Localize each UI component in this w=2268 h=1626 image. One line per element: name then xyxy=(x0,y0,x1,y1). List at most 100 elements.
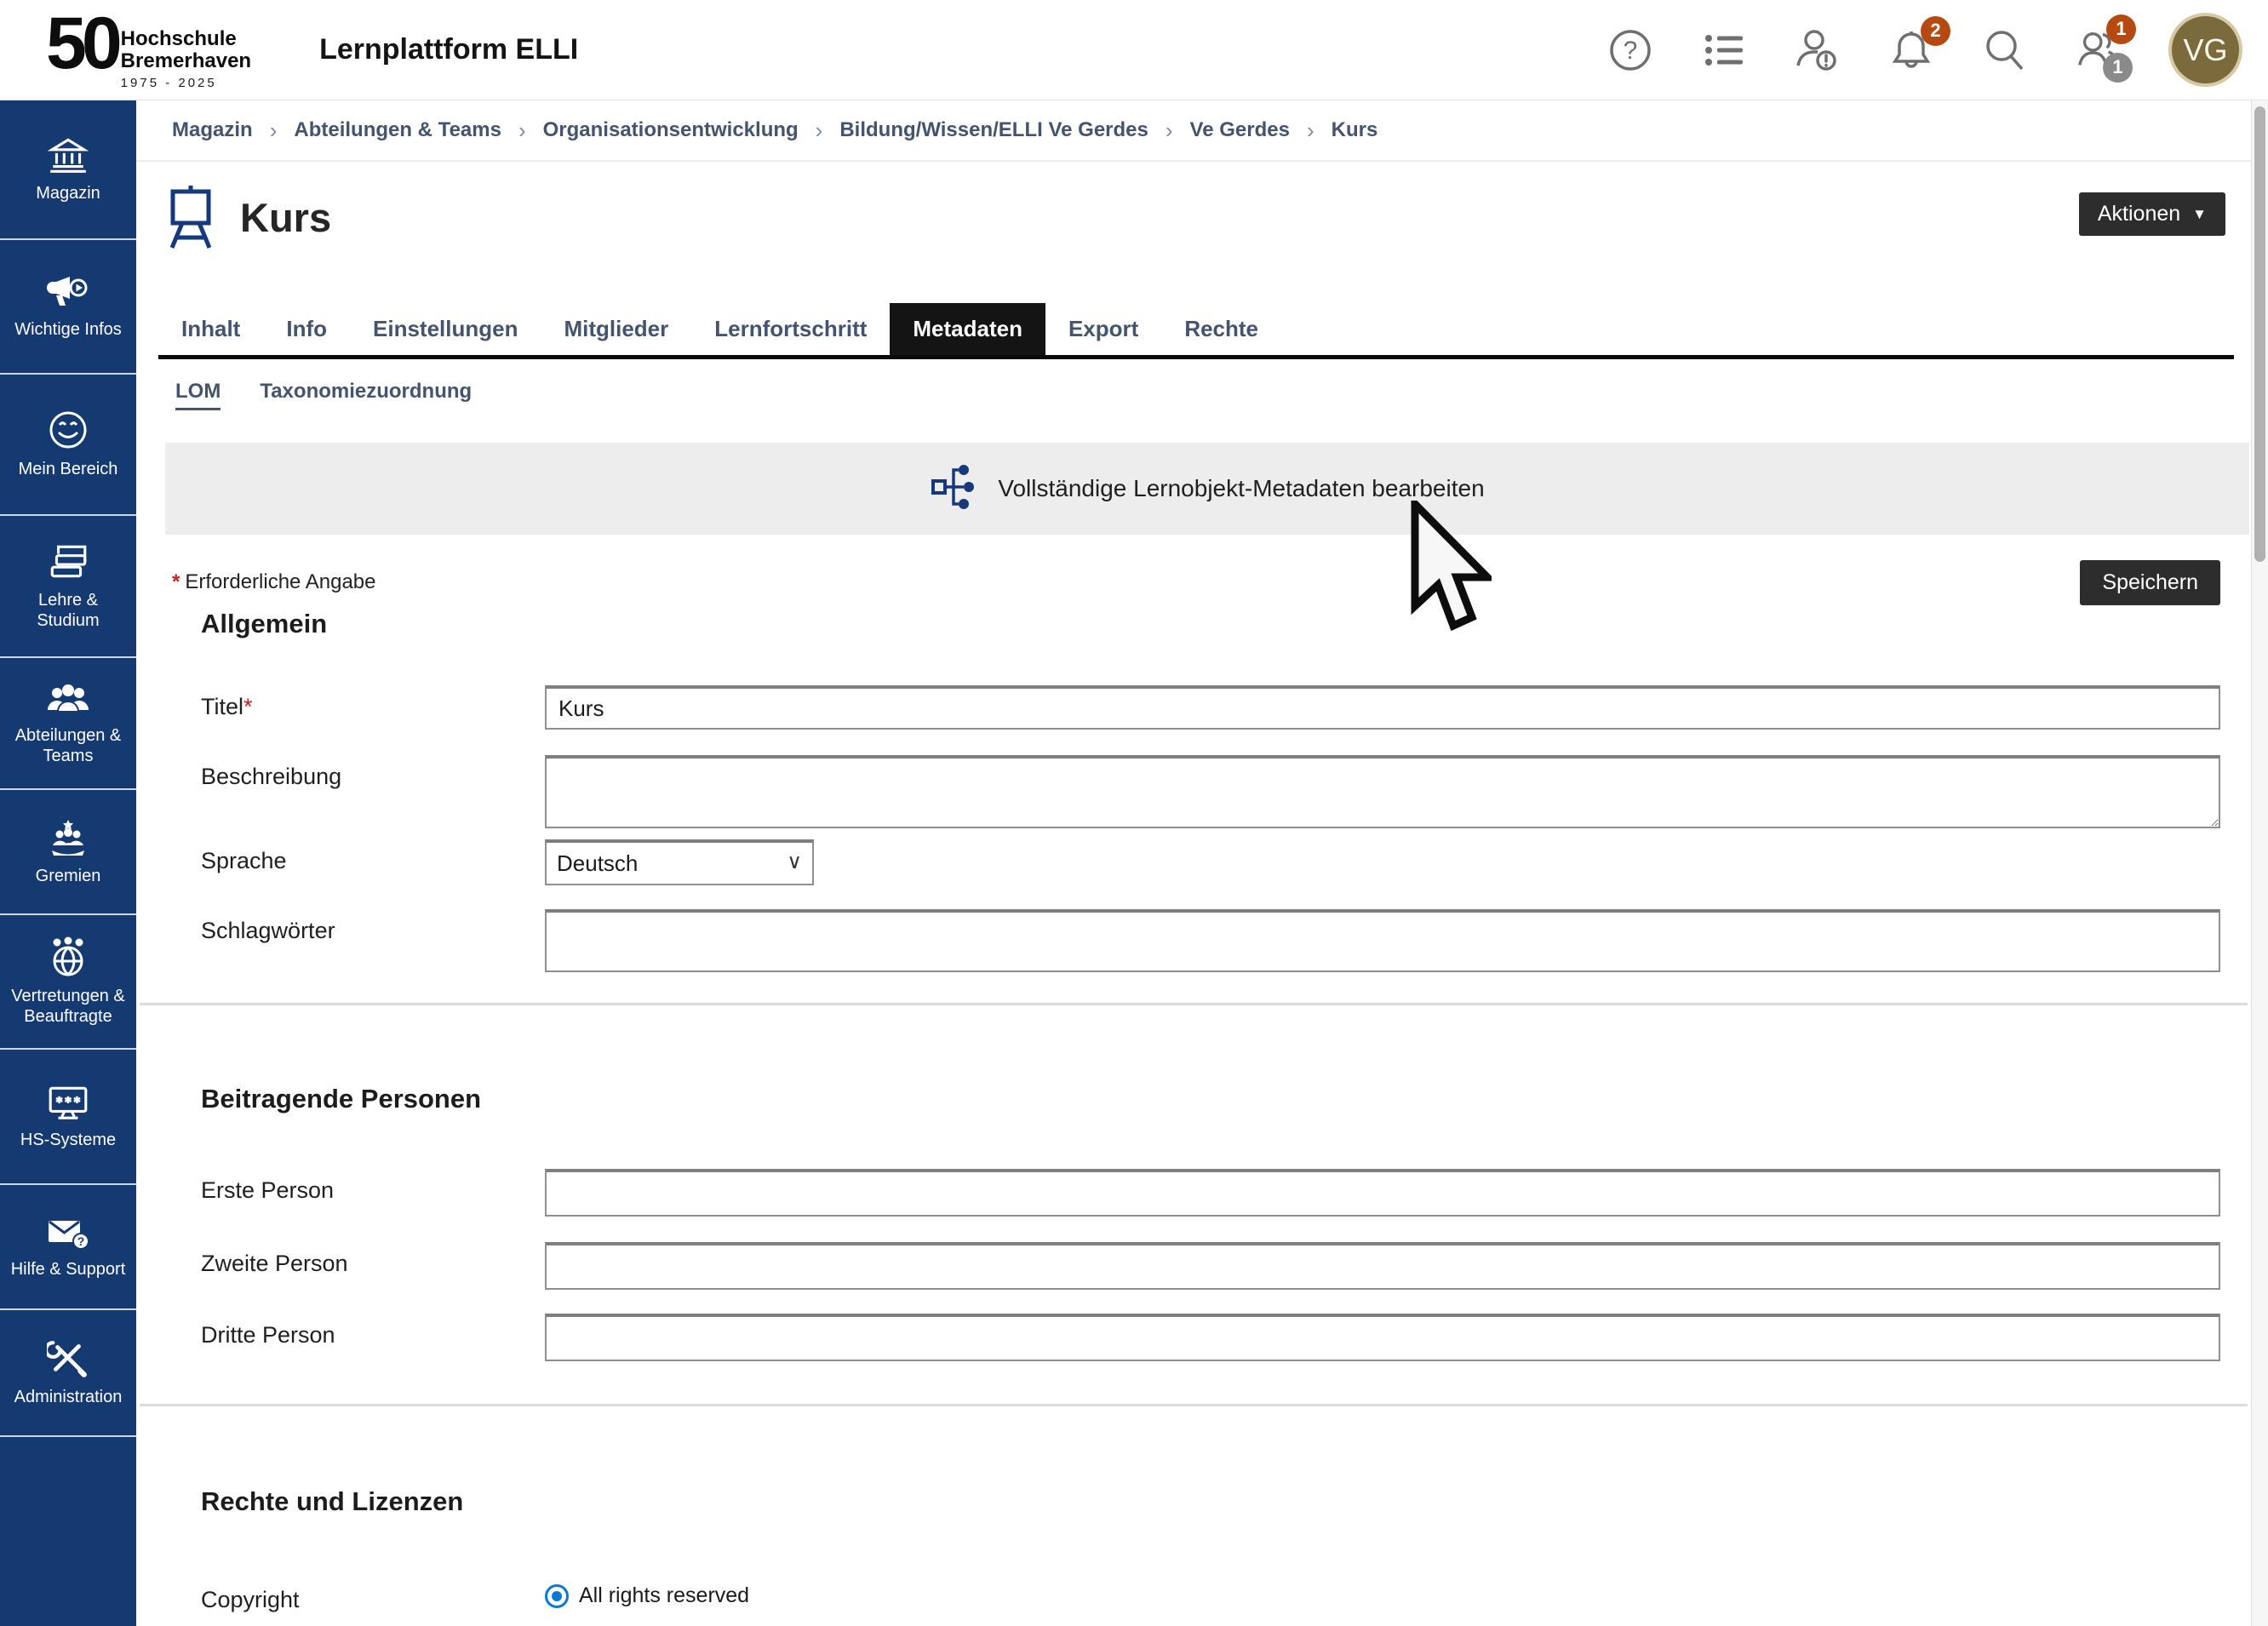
sidebar-item-gremien[interactable]: Gremien xyxy=(0,790,136,915)
tab-export[interactable]: Export xyxy=(1045,303,1161,355)
field-label-schlagwoerter: Schlagwörter xyxy=(201,909,545,972)
field-label-zweite-person: Zweite Person xyxy=(201,1242,545,1290)
breadcrumb-item[interactable]: Abteilungen & Teams xyxy=(294,118,501,142)
tab-rechte[interactable]: Rechte xyxy=(1161,303,1281,355)
tab-mitglieder[interactable]: Mitglieder xyxy=(541,303,691,355)
sidebar-item-label: HS-Systeme xyxy=(20,1130,116,1150)
zweite-person-input[interactable] xyxy=(545,1242,2220,1290)
section-title-allgemein: Allgemein xyxy=(201,609,2251,639)
sidebar-empty-area xyxy=(0,1437,136,1626)
field-label-sprache: Sprache xyxy=(201,839,545,885)
sidebar-item-hs-systeme[interactable]: HS-Systeme xyxy=(0,1050,136,1185)
main-content: Magazin › Abteilungen & Teams › Organisa… xyxy=(136,100,2251,1626)
notifications-badge: 2 xyxy=(1921,16,1950,46)
sidebar-item-label: Gremien xyxy=(36,866,101,886)
main-sidebar: Magazin Wichtige Infos Me xyxy=(0,100,136,1626)
app-title: Lernplattform ELLI xyxy=(319,33,578,66)
notifications-bell-icon[interactable]: 2 xyxy=(1887,26,1935,74)
breadcrumb-item[interactable]: Ve Gerdes xyxy=(1190,118,1290,142)
sidebar-item-magazin[interactable]: Magazin xyxy=(0,100,136,240)
copyright-radio-option[interactable]: All rights reserved xyxy=(545,1578,2220,1608)
tab-lernfortschritt[interactable]: Lernfortschritt xyxy=(691,303,890,355)
logo-years: 1975 - 2025 xyxy=(121,76,251,90)
section-title-rechte-lizenzen: Rechte und Lizenzen xyxy=(201,1486,2251,1517)
sidebar-item-hilfe-support[interactable]: ? Hilfe & Support xyxy=(0,1185,136,1310)
sidebar-item-label: Mein Bereich xyxy=(19,459,118,479)
radio-checked-icon[interactable] xyxy=(545,1584,569,1608)
field-label-beschreibung: Beschreibung xyxy=(201,755,545,833)
mail-question-icon: ? xyxy=(46,1215,90,1251)
actions-button[interactable]: Aktionen ▼ xyxy=(2079,192,2225,236)
scrollbar-thumb[interactable] xyxy=(2254,106,2265,562)
subtab-bar: LOM Taxonomiezuordnung xyxy=(175,380,2251,410)
titel-input[interactable] xyxy=(545,685,2220,730)
tab-inhalt[interactable]: Inhalt xyxy=(158,303,263,355)
save-button[interactable]: Speichern xyxy=(2080,560,2220,605)
sidebar-item-lehre-studium[interactable]: Lehre & Studium xyxy=(0,516,136,658)
group-icon xyxy=(46,681,90,717)
edit-full-metadata-banner[interactable]: Vollständige Lernobjekt-Metadaten bearbe… xyxy=(165,443,2249,535)
sidebar-item-label: Abteilungen & Teams xyxy=(5,725,131,766)
contacts-badge-new: 1 xyxy=(2106,14,2136,44)
avatar[interactable]: VG xyxy=(2168,13,2242,87)
sidebar-item-administration[interactable]: Administration xyxy=(0,1310,136,1437)
field-label-titel: Titel* xyxy=(201,685,545,730)
dritte-person-input[interactable] xyxy=(545,1314,2220,1361)
books-icon xyxy=(46,542,90,581)
erste-person-input[interactable] xyxy=(545,1169,2220,1217)
user-status-icon[interactable] xyxy=(1794,26,1841,74)
breadcrumb-item[interactable]: Organisationsentwicklung xyxy=(543,118,799,142)
metadata-tree-icon xyxy=(930,462,977,516)
sidebar-item-label: Administration xyxy=(14,1387,123,1407)
breadcrumb: Magazin › Abteilungen & Teams › Organisa… xyxy=(136,100,2251,162)
sidebar-item-vertretungen-beauftragte[interactable]: Vertretungen & Beauftragte xyxy=(0,915,136,1050)
help-icon[interactable]: ? xyxy=(1606,26,1654,74)
tab-metadaten[interactable]: Metadaten xyxy=(890,303,1045,355)
course-easel-icon xyxy=(163,184,218,250)
sidebar-item-label: Magazin xyxy=(36,183,100,203)
tab-einstellungen[interactable]: Einstellungen xyxy=(350,303,541,355)
breadcrumb-separator: › xyxy=(816,117,823,144)
breadcrumb-item[interactable]: Magazin xyxy=(172,118,253,142)
logo-line2: Bremerhaven xyxy=(121,50,251,72)
sidebar-item-abteilungen-teams[interactable]: Abteilungen & Teams xyxy=(0,658,136,790)
university-logo[interactable]: 50 Hochschule Bremerhaven 1975 - 2025 xyxy=(46,9,251,90)
megaphone-icon xyxy=(46,273,90,311)
sidebar-item-label: Lehre & Studium xyxy=(5,590,131,631)
bank-icon xyxy=(47,135,89,175)
sprache-select[interactable]: Deutsch xyxy=(545,839,814,885)
sidebar-item-wichtige-infos[interactable]: Wichtige Infos xyxy=(0,240,136,375)
field-label-erste-person: Erste Person xyxy=(201,1169,545,1217)
section-divider xyxy=(140,1404,2248,1406)
logo-line1: Hochschule xyxy=(121,28,251,50)
beschreibung-textarea[interactable] xyxy=(545,755,2220,828)
subtab-lom[interactable]: LOM xyxy=(175,380,220,410)
sidebar-item-label: Vertretungen & Beauftragte xyxy=(5,986,131,1027)
vertical-scrollbar[interactable] xyxy=(2251,100,2268,1626)
contacts-icon[interactable]: 1 1 xyxy=(2075,26,2122,74)
required-asterisk: * xyxy=(243,694,253,719)
breadcrumb-separator: › xyxy=(1307,117,1314,144)
sidebar-item-mein-bereich[interactable]: Mein Bereich xyxy=(0,375,136,516)
list-menu-icon[interactable] xyxy=(1700,26,1748,74)
breadcrumb-separator: › xyxy=(1166,117,1173,144)
sidebar-item-label: Wichtige Infos xyxy=(14,319,122,340)
tab-bar: Inhalt Info Einstellungen Mitglieder Ler… xyxy=(158,303,2234,359)
sidebar-item-label: Hilfe & Support xyxy=(11,1259,126,1280)
edit-full-metadata-label: Vollständige Lernobjekt-Metadaten bearbe… xyxy=(998,475,1484,502)
tools-icon xyxy=(47,1339,89,1378)
tab-info[interactable]: Info xyxy=(263,303,350,355)
contacts-badge-total: 1 xyxy=(2103,53,2133,83)
search-icon[interactable] xyxy=(1981,26,2029,74)
breadcrumb-item[interactable]: Kurs xyxy=(1332,118,1378,142)
section-title-beitragende-personen: Beitragende Personen xyxy=(201,1084,2251,1114)
globe-people-icon xyxy=(47,936,89,977)
schlagwoerter-input[interactable] xyxy=(545,909,2220,972)
smiley-icon xyxy=(48,409,89,450)
breadcrumb-separator: › xyxy=(518,117,526,144)
breadcrumb-separator: › xyxy=(270,117,278,144)
svg-text:?: ? xyxy=(1624,37,1638,65)
top-header: 50 Hochschule Bremerhaven 1975 - 2025 Le… xyxy=(0,0,2268,100)
breadcrumb-item[interactable]: Bildung/Wissen/ELLI Ve Gerdes xyxy=(839,118,1148,142)
subtab-taxonomiezuordnung[interactable]: Taxonomiezuordnung xyxy=(260,380,472,410)
